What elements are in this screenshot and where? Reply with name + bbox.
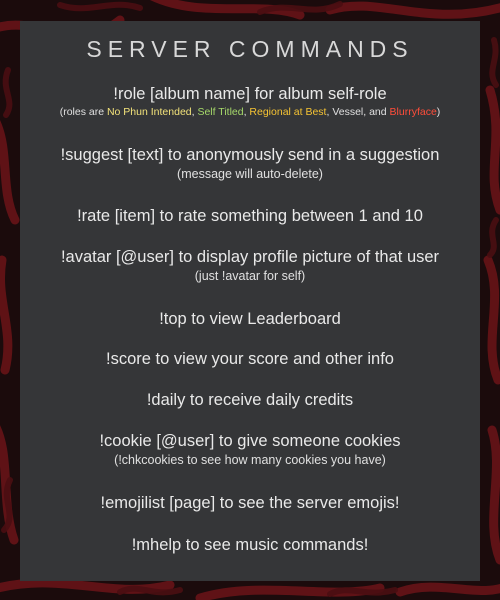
command-note: (!chkcookies to see how many cookies you… (114, 453, 386, 467)
command-daily: !daily to receive daily credits (20, 389, 480, 411)
role-no-phun-intended: No Phun Intended (106, 106, 192, 118)
command-text: !emojilist [page] to see the server emoj… (100, 494, 400, 512)
command-role: !role [album name] for album self-role (… (20, 83, 480, 119)
command-text: !daily to receive daily credits (146, 391, 354, 409)
command-rate: !rate [item] to rate something between 1… (20, 205, 480, 227)
command-text: !mhelp to see music commands! (131, 536, 369, 554)
command-text: !score to view your score and other info (106, 350, 394, 368)
command-text: !top to view Leaderboard (159, 310, 341, 328)
command-note: (message will auto-delete) (177, 167, 323, 181)
role-self-titled: Self Titled (197, 106, 244, 118)
command-text: !suggest [text] to anonymously send in a… (60, 146, 440, 164)
role-regional-at-best: Regional at Best (249, 106, 327, 118)
command-top: !top to view Leaderboard (20, 308, 480, 330)
command-mhelp: !mhelp to see music commands! (20, 534, 480, 556)
page-title: SERVER COMMANDS (86, 36, 414, 62)
command-text: !role [album name] for album self-role (113, 85, 387, 103)
command-cookie: !cookie [@user] to give someone cookies … (20, 430, 480, 468)
command-avatar: !avatar [@user] to display profile pictu… (20, 246, 480, 284)
commands-panel: SERVER COMMANDS !role [album name] for a… (20, 21, 480, 581)
command-note: (just !avatar for self) (194, 269, 306, 283)
command-text: !cookie [@user] to give someone cookies (99, 432, 401, 450)
command-text: !avatar [@user] to display profile pictu… (60, 248, 440, 266)
command-suggest: !suggest [text] to anonymously send in a… (20, 144, 480, 182)
role-blurryface: Blurryface (389, 106, 437, 118)
command-text: !rate [item] to rate something between 1… (77, 207, 423, 225)
command-emojilist: !emojilist [page] to see the server emoj… (20, 492, 480, 514)
command-score: !score to view your score and other info (20, 348, 480, 370)
roles-note: (roles are No Phun Intended, Self Titled… (59, 106, 441, 118)
